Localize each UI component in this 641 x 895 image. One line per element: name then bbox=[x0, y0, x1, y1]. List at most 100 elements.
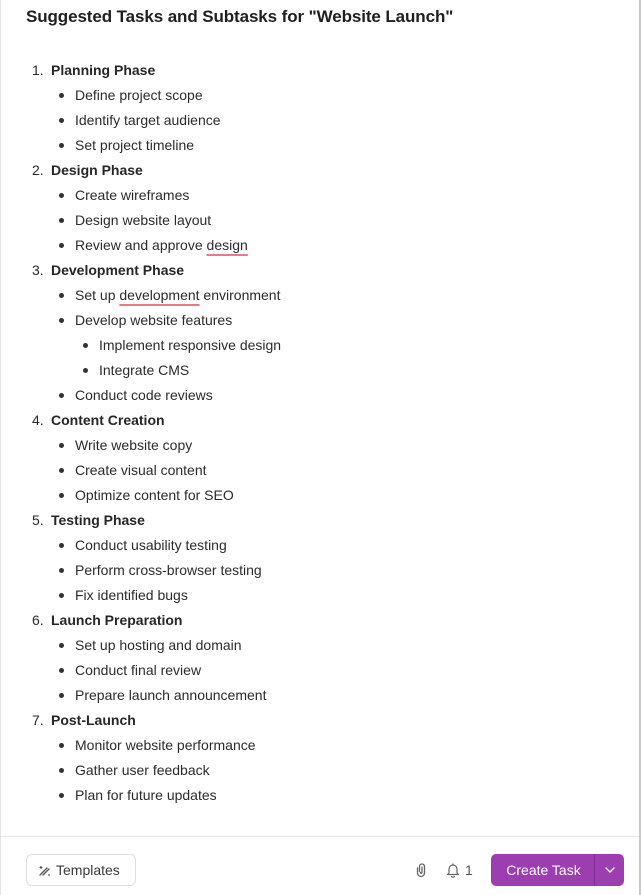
task-item: Plan for future updates bbox=[26, 783, 619, 808]
task-text-segment: Fix identified bugs bbox=[75, 587, 188, 603]
templates-label: Templates bbox=[56, 862, 120, 878]
task-text: Monitor website performance bbox=[75, 733, 256, 758]
task-text: Define project scope bbox=[75, 83, 203, 108]
bullet-icon bbox=[59, 668, 64, 673]
subtask-row: Integrate CMS bbox=[26, 358, 619, 383]
task-item: Fix identified bugs bbox=[26, 583, 619, 608]
task-item: Conduct final review bbox=[26, 658, 619, 683]
task-list: Monitor website performance Gather user f… bbox=[26, 733, 619, 808]
task-item: Create visual content bbox=[26, 458, 619, 483]
bullet-icon bbox=[59, 318, 64, 323]
phase-number: 1. bbox=[32, 62, 44, 78]
phase-item: 3. Development Phase Set up development en… bbox=[26, 258, 619, 408]
task-text: Identify target audience bbox=[75, 108, 221, 133]
task-text: Write website copy bbox=[75, 433, 192, 458]
bullet-icon bbox=[83, 343, 88, 348]
task-text-segment: Conduct final review bbox=[75, 662, 202, 678]
task-item: Monitor website performance bbox=[26, 733, 619, 758]
bullet-icon bbox=[59, 743, 64, 748]
bullet-icon bbox=[59, 393, 64, 398]
task-text-segment: Set project timeline bbox=[75, 137, 195, 153]
task-text-segment: Conduct code reviews bbox=[75, 387, 213, 403]
task-text: Fix identified bugs bbox=[75, 583, 188, 608]
phase-item: 7. Post-Launch Monitor website performance… bbox=[26, 708, 619, 808]
chevron-down-icon bbox=[604, 867, 615, 873]
task-text: Design website layout bbox=[75, 208, 211, 233]
templates-button[interactable]: Templates bbox=[26, 854, 136, 886]
task-text-segment: Conduct usability testing bbox=[75, 537, 227, 553]
bullet-icon bbox=[59, 768, 64, 773]
spellcheck-flagged-word[interactable]: development bbox=[119, 287, 199, 303]
task-text-segment: environment bbox=[199, 287, 281, 303]
bullet-icon bbox=[59, 593, 64, 598]
task-text-segment: Monitor website performance bbox=[75, 737, 256, 753]
task-list: Write website copy Create visual content O… bbox=[26, 433, 619, 508]
task-row: Create wireframes bbox=[26, 183, 619, 208]
phase-number: 3. bbox=[32, 262, 44, 278]
task-row: Identify target audience bbox=[26, 108, 619, 133]
task-text-segment: Identify target audience bbox=[75, 112, 221, 128]
task-item: Define project scope bbox=[26, 83, 619, 108]
phase-number: 6. bbox=[32, 612, 44, 628]
phase-label: Development Phase bbox=[51, 262, 185, 278]
notifications-button[interactable]: 1 bbox=[446, 861, 473, 879]
phase-label: Design Phase bbox=[51, 162, 143, 178]
task-row: Review and approve design bbox=[26, 233, 619, 258]
task-item: Write website copy bbox=[26, 433, 619, 458]
task-text: Set up hosting and domain bbox=[75, 633, 242, 658]
task-text-segment: Optimize content for SEO bbox=[75, 487, 234, 503]
task-text: Set up development environment bbox=[75, 283, 280, 308]
task-row: Gather user feedback bbox=[26, 758, 619, 783]
task-item: Conduct code reviews bbox=[26, 383, 619, 408]
spellcheck-flagged-word[interactable]: design bbox=[207, 237, 248, 253]
task-item: Identify target audience bbox=[26, 108, 619, 133]
create-task-split-button: Create Task bbox=[491, 854, 624, 886]
task-item: Optimize content for SEO bbox=[26, 483, 619, 508]
bullet-icon bbox=[59, 293, 64, 298]
task-text: Prepare launch announcement bbox=[75, 683, 266, 708]
task-text-segment: Create visual content bbox=[75, 462, 207, 478]
bullet-icon bbox=[59, 143, 64, 148]
task-list: Set up development environment Develop we… bbox=[26, 283, 619, 408]
task-row: Write website copy bbox=[26, 433, 619, 458]
task-text-segment: Perform cross-browser testing bbox=[75, 562, 262, 578]
task-row: Conduct usability testing bbox=[26, 533, 619, 558]
phase-list: 1. Planning Phase Define project scope Iden… bbox=[26, 58, 619, 808]
task-text-segment: Review and approve bbox=[75, 237, 207, 253]
task-text: Conduct code reviews bbox=[75, 383, 213, 408]
bullet-icon bbox=[59, 693, 64, 698]
task-row: Set project timeline bbox=[26, 133, 619, 158]
bullet-icon bbox=[59, 243, 64, 248]
task-text: Create visual content bbox=[75, 458, 207, 483]
task-text-segment: Design website layout bbox=[75, 212, 212, 228]
task-text-segment: Develop website features bbox=[75, 312, 233, 328]
task-item: Set up hosting and domain bbox=[26, 633, 619, 658]
phase-label: Testing Phase bbox=[51, 512, 145, 528]
subtask-text: Integrate CMS bbox=[99, 362, 190, 378]
create-task-button[interactable]: Create Task bbox=[491, 854, 594, 886]
bullet-icon bbox=[59, 543, 64, 548]
task-row: Prepare launch announcement bbox=[26, 683, 619, 708]
task-item: Gather user feedback bbox=[26, 758, 619, 783]
bullet-icon bbox=[59, 568, 64, 573]
task-row: Design website layout bbox=[26, 208, 619, 233]
subtask-list: Implement responsive design Integrate CMS bbox=[26, 333, 619, 383]
task-text-segment: Set up bbox=[75, 287, 120, 303]
task-item: Design website layout bbox=[26, 208, 619, 233]
phase-number: 4. bbox=[32, 412, 44, 428]
task-text: Set project timeline bbox=[75, 133, 194, 158]
task-text: Perform cross-browser testing bbox=[75, 558, 262, 583]
task-row: Create visual content bbox=[26, 458, 619, 483]
task-row: Develop website features bbox=[26, 308, 619, 333]
task-item: Perform cross-browser testing bbox=[26, 558, 619, 583]
task-item: Review and approve design bbox=[26, 233, 619, 258]
task-text-segment: Plan for future updates bbox=[75, 787, 217, 803]
task-item: Create wireframes bbox=[26, 183, 619, 208]
task-row: Conduct final review bbox=[26, 658, 619, 683]
task-item: Set project timeline bbox=[26, 133, 619, 158]
paperclip-icon[interactable] bbox=[414, 862, 430, 878]
task-row: Optimize content for SEO bbox=[26, 483, 619, 508]
task-row: Set up development environment bbox=[26, 283, 619, 308]
task-suggestions-panel: Suggested Tasks and Subtasks for "Websit… bbox=[0, 0, 641, 895]
create-task-menu-button[interactable] bbox=[594, 854, 624, 886]
